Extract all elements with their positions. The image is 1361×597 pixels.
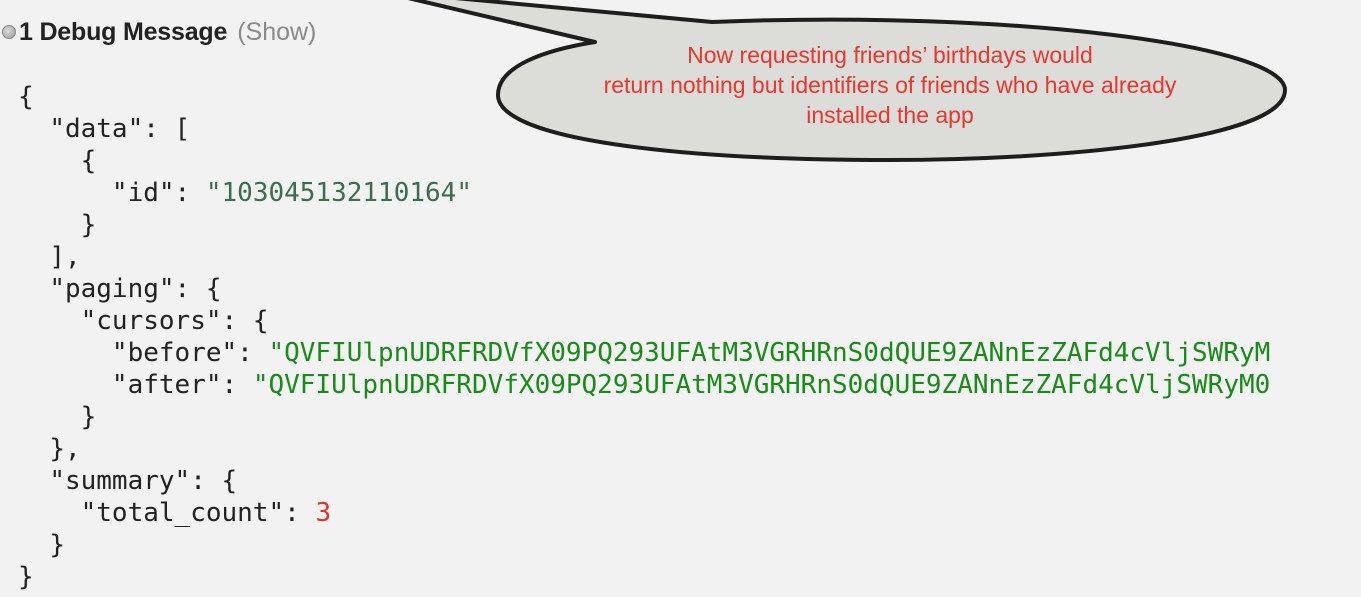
callout-line: return nothing but identifiers of friend… [603,72,1177,98]
callout-line: Now requesting friends’ birthdays would [687,42,1093,68]
debug-page: 1 Debug Message (Show) { "data": [ { "id… [0,0,1361,597]
callout-line: installed the app [806,102,974,128]
callout-text: Now requesting friends’ birthdays would … [540,40,1240,130]
